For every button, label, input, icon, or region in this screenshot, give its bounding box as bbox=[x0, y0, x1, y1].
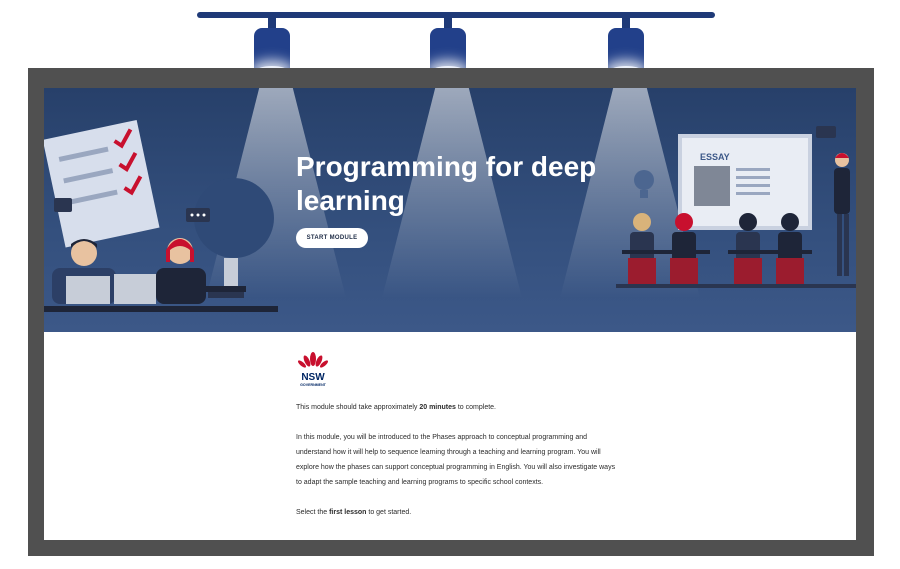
cta-prefix: Select the bbox=[296, 509, 330, 516]
spotlight-left bbox=[252, 14, 292, 76]
start-module-button[interactable]: START MODULE bbox=[296, 228, 368, 248]
page-title: Programming for deep learning bbox=[296, 151, 597, 216]
first-lesson-link[interactable]: first lesson bbox=[329, 509, 366, 516]
logo-subtext: GOVERNMENT bbox=[300, 383, 327, 387]
duration-value: 20 minutes bbox=[419, 404, 456, 411]
duration-prefix: This module should take approximately bbox=[296, 404, 420, 411]
spotlight-right bbox=[606, 14, 646, 76]
module-screen: ESSAY Programming for deep learning STAR… bbox=[44, 88, 856, 540]
get-started-text: Select the first lesson to get started. bbox=[296, 505, 616, 520]
classroom-essay-illustration: ESSAY bbox=[616, 126, 856, 288]
duration-text: This module should take approximately 20… bbox=[296, 400, 616, 415]
module-intro: NSW GOVERNMENT This module should take a… bbox=[296, 350, 616, 535]
module-description: In this module, you will be introduced t… bbox=[296, 434, 616, 486]
hero-banner: ESSAY Programming for deep learning STAR… bbox=[44, 88, 856, 332]
essay-label: ESSAY bbox=[700, 152, 730, 162]
cta-suffix: to get started. bbox=[366, 509, 412, 516]
nsw-government-logo: NSW GOVERNMENT bbox=[297, 352, 329, 387]
students-laptop-illustration bbox=[44, 119, 278, 312]
logo-text: NSW bbox=[301, 372, 325, 383]
duration-suffix: to complete. bbox=[455, 404, 496, 411]
spotlight-center bbox=[428, 14, 468, 76]
